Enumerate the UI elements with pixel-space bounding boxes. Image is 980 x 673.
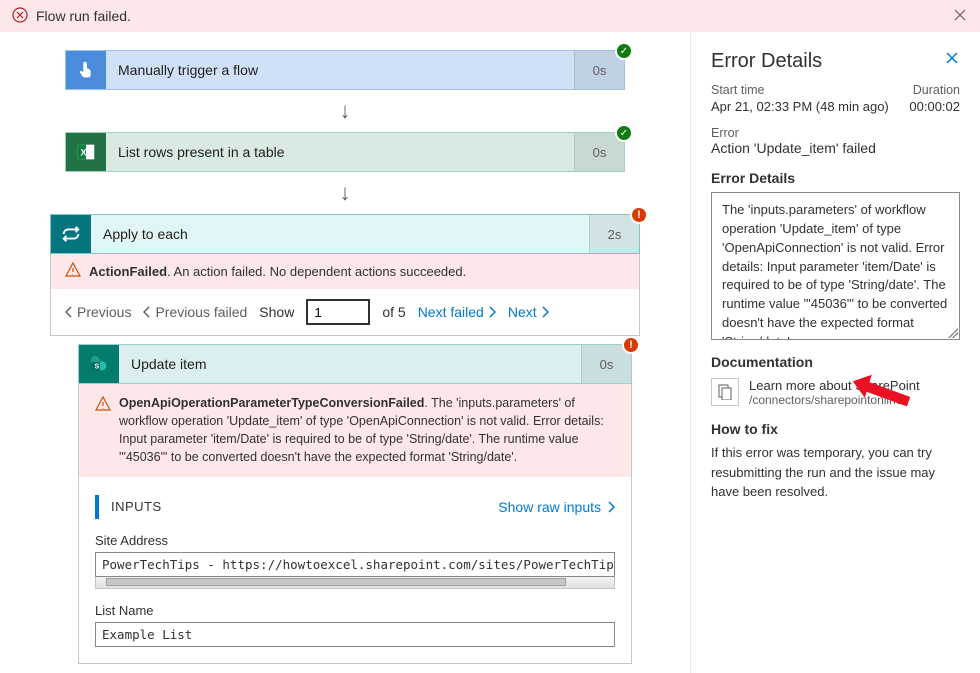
warning-icon [95, 396, 111, 467]
pager-index-input[interactable] [306, 299, 370, 325]
warning-icon [65, 262, 81, 281]
start-time-value: Apr 21, 02:33 PM (48 min ago) [711, 99, 889, 114]
step-title: List rows present in a table [106, 133, 574, 171]
inner-error-text: OpenApiOperationParameterTypeConversionF… [119, 394, 615, 467]
pager-of-label: of 5 [382, 304, 405, 320]
how-to-fix-text: If this error was temporary, you can try… [711, 443, 960, 502]
error-value: Action 'Update_item' failed [711, 140, 960, 156]
sharepoint-icon: S [79, 345, 119, 383]
pager-show-label: Show [259, 304, 294, 320]
doc-path: /connectors/sharepointonline/ [749, 393, 920, 407]
site-address-label: Site Address [95, 533, 615, 548]
horizontal-scrollbar[interactable] [95, 577, 615, 589]
step-title: Update item [119, 345, 581, 383]
inputs-block: INPUTS Show raw inputs [95, 495, 615, 519]
banner-text: Flow run failed. [36, 8, 131, 24]
action-failed-text: ActionFailed. An action failed. No depen… [89, 264, 466, 279]
duration-label: Duration [913, 83, 960, 97]
step-trigger[interactable]: Manually trigger a flow 0s [65, 50, 625, 90]
resize-handle-icon[interactable] [948, 328, 958, 338]
pager-next[interactable]: Next [508, 304, 549, 320]
success-badge-icon [615, 42, 633, 60]
pager-previous-failed[interactable]: Previous failed [143, 304, 247, 320]
inputs-heading: INPUTS [111, 499, 162, 514]
pager: Previous Previous failed Show of 5 Next … [50, 289, 640, 336]
step-list-rows[interactable]: X List rows present in a table 0s [65, 132, 625, 172]
how-to-fix-heading: How to fix [711, 421, 960, 437]
site-address-value[interactable]: PowerTechTips - https://howtoexcel.share… [95, 552, 615, 577]
step-apply-to-each: Apply to each 2s ActionFailed. An action… [50, 214, 640, 664]
duration-value: 00:00:02 [909, 99, 960, 114]
step-title: Apply to each [91, 215, 589, 253]
list-name-label: List Name [95, 603, 615, 618]
document-icon [711, 378, 739, 406]
arrow-down-icon: ↓ [42, 98, 648, 124]
step-title: Manually trigger a flow [106, 51, 574, 89]
error-box-title: Error Details [711, 170, 960, 186]
touch-icon [66, 51, 106, 89]
show-raw-inputs[interactable]: Show raw inputs [498, 499, 615, 515]
action-failed-bar: ActionFailed. An action failed. No depen… [50, 254, 640, 289]
error-badge-icon [622, 336, 640, 354]
arrow-down-icon: ↓ [42, 180, 648, 206]
field-list-name: List Name Example List [95, 603, 615, 647]
pager-previous[interactable]: Previous [65, 304, 131, 320]
update-header[interactable]: S Update item 0s [78, 344, 632, 384]
inner-error-bar: OpenApiOperationParameterTypeConversionF… [79, 384, 631, 477]
list-name-value[interactable]: Example List [95, 622, 615, 647]
error-label: Error [711, 126, 960, 140]
doc-link[interactable]: Learn more about SharePoint [749, 378, 920, 393]
error-details-panel: Error Details Start time Duration Apr 21… [690, 32, 980, 673]
loop-icon [51, 215, 91, 253]
excel-icon: X [66, 133, 106, 171]
close-panel-icon[interactable] [944, 50, 960, 71]
step-update-item: S Update item 0s OpenApiOperationParamet… [78, 344, 632, 664]
close-icon[interactable] [952, 7, 968, 26]
error-badge-icon [630, 206, 648, 224]
svg-text:X: X [81, 148, 88, 158]
panel-title: Error Details [711, 50, 960, 73]
success-badge-icon [615, 124, 633, 142]
error-banner: Flow run failed. [0, 0, 980, 32]
start-time-label: Start time [711, 83, 765, 97]
svg-text:S: S [94, 362, 99, 371]
error-circle-icon [12, 7, 28, 26]
flow-canvas: Manually trigger a flow 0s ↓ X List rows… [0, 32, 690, 673]
error-details-box[interactable]: The 'inputs.parameters' of workflow oper… [711, 192, 960, 340]
documentation-heading: Documentation [711, 354, 960, 370]
pager-next-failed[interactable]: Next failed [418, 304, 496, 320]
apply-header[interactable]: Apply to each 2s [50, 214, 640, 254]
field-site-address: Site Address PowerTechTips - https://how… [95, 533, 615, 589]
